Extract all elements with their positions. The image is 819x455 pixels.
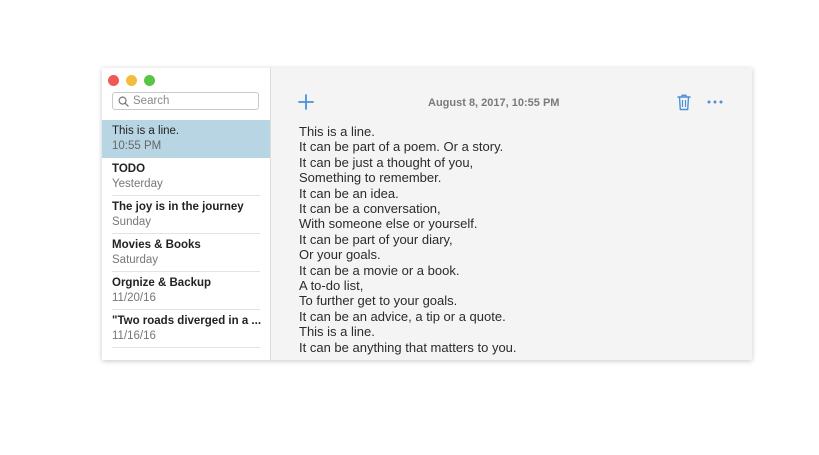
note-date: 11/16/16 xyxy=(112,330,156,342)
plus-icon xyxy=(298,94,314,110)
note-line: It can be part of a poem. Or a story. xyxy=(299,139,504,155)
more-icon xyxy=(707,100,723,104)
note-list-item[interactable]: Movies & Books Saturday xyxy=(102,234,270,272)
note-title: "Two roads diverged in a ... xyxy=(112,315,262,327)
note-line: It can be a conversation, xyxy=(299,201,441,217)
note-editor: August 8, 2017, 10:55 PM This is a line.… xyxy=(271,68,752,360)
note-title: The joy is in the journey xyxy=(112,201,244,213)
note-line: It can be a movie or a book. xyxy=(299,262,460,278)
note-title: Orgnize & Backup xyxy=(112,277,212,289)
note-list-item[interactable]: "Two roads diverged in a ... 11/16/16 xyxy=(102,310,270,348)
note-date: Sunday xyxy=(112,216,152,228)
close-window-button[interactable] xyxy=(108,75,119,86)
note-date: 10:55 PM xyxy=(112,140,162,152)
note-title: Movies & Books xyxy=(112,239,201,251)
note-list-item[interactable]: The joy is in the journey Sunday xyxy=(102,196,270,234)
zoom-window-button[interactable] xyxy=(144,75,155,86)
note-title: TODO xyxy=(112,163,146,175)
add-note-button[interactable] xyxy=(298,94,314,110)
note-line: It can be anything that matters to you. xyxy=(299,339,517,355)
note-line: With someone else or yourself. xyxy=(299,216,478,232)
note-line: Something to remember. xyxy=(299,170,442,186)
note-line: This is a line. xyxy=(299,124,375,139)
note-line: It can be just a thought of you, xyxy=(299,154,474,170)
delete-note-button[interactable] xyxy=(677,94,691,111)
note-date: 11/20/16 xyxy=(112,292,156,304)
note-timestamp: August 8, 2017, 10:55 PM xyxy=(428,97,560,109)
window-controls xyxy=(108,75,155,86)
note-line: It can be an idea. xyxy=(299,185,399,201)
note-line: This is a line. xyxy=(299,324,375,340)
note-line: A to-do list, xyxy=(299,278,364,294)
note-line: To further get to your goals. xyxy=(299,293,458,309)
note-list-item[interactable]: TODO Yesterday xyxy=(102,158,270,196)
note-body[interactable]: This is a line. It can be part of a poem… xyxy=(299,124,739,355)
search-icon xyxy=(118,96,129,107)
search-box[interactable] xyxy=(112,92,259,110)
note-line: Or your goals. xyxy=(299,247,381,263)
note-list: This is a line. 10:55 PM TODO Yesterday … xyxy=(102,120,270,348)
app-window: This is a line. 10:55 PM TODO Yesterday … xyxy=(102,68,752,360)
note-list-item[interactable]: This is a line. 10:55 PM xyxy=(102,120,270,158)
note-list-item[interactable]: Orgnize & Backup 11/20/16 xyxy=(102,272,270,310)
note-line: It can be part of your diary, xyxy=(299,231,453,247)
note-date: Yesterday xyxy=(112,178,163,190)
note-date: Saturday xyxy=(112,254,159,266)
search-input[interactable] xyxy=(133,95,253,107)
note-line: It can be an advice, a tip or a quote. xyxy=(299,308,506,324)
sidebar: This is a line. 10:55 PM TODO Yesterday … xyxy=(102,68,271,360)
minimize-window-button[interactable] xyxy=(126,75,137,86)
more-options-button[interactable] xyxy=(706,95,724,109)
note-title: This is a line. xyxy=(112,125,180,137)
trash-icon xyxy=(677,94,691,111)
